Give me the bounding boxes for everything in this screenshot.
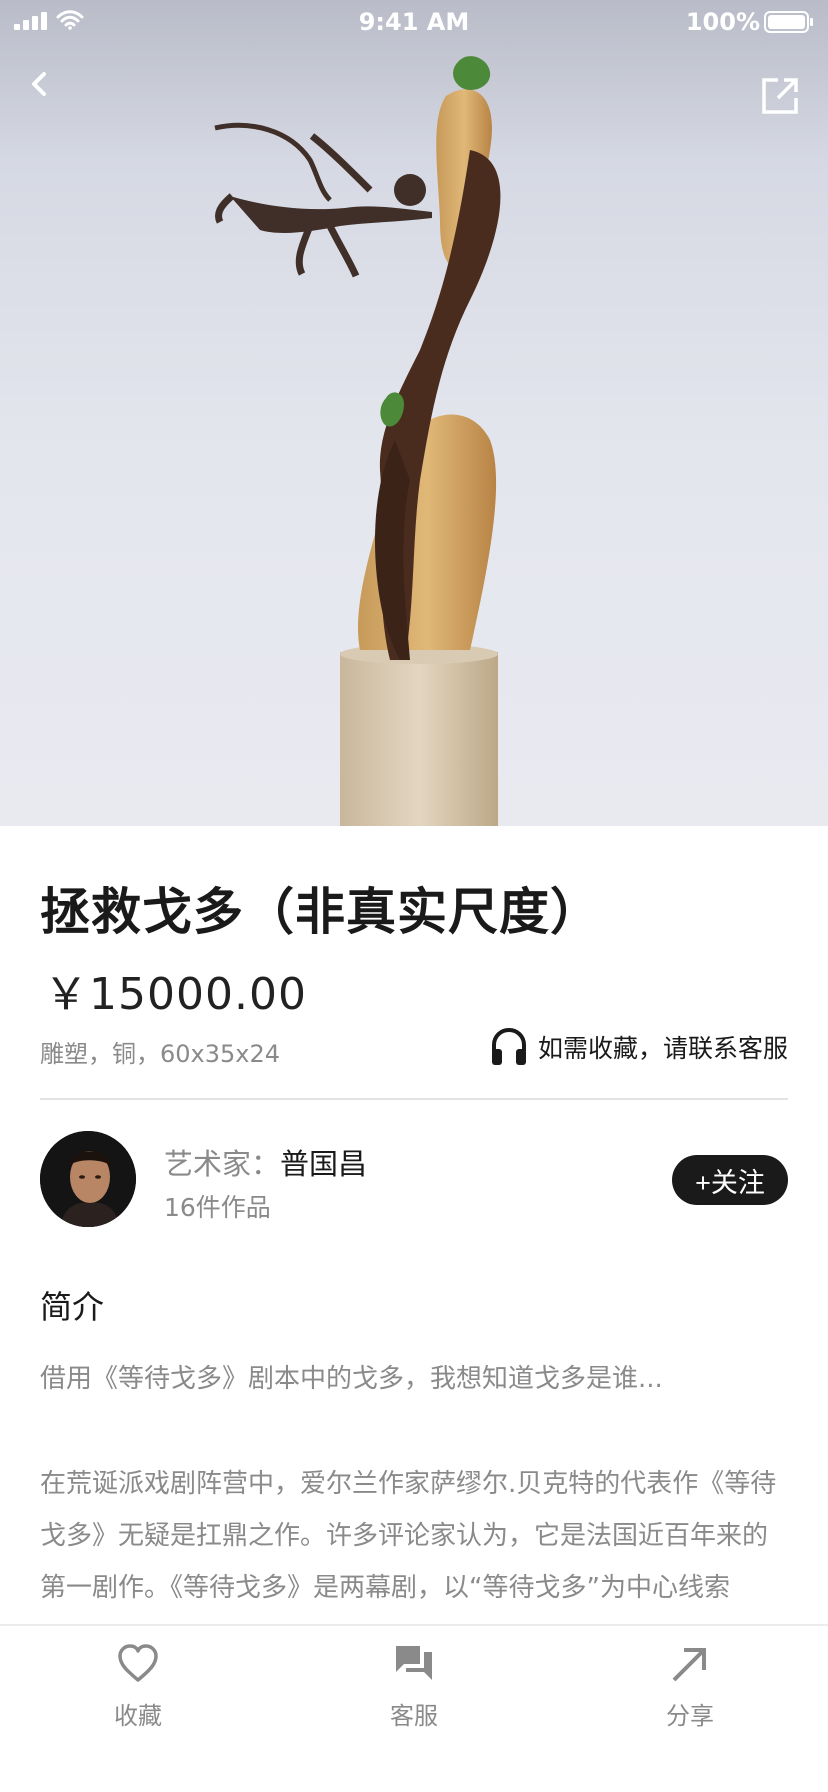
product-price: ￥15000.00 bbox=[44, 969, 307, 1020]
sculpture-illustration bbox=[214, 56, 501, 826]
contact-service-text: 如需收藏，请联系客服 bbox=[537, 1034, 788, 1063]
chat-icon bbox=[396, 1646, 432, 1680]
heart-icon bbox=[118, 1644, 158, 1682]
status-bar: 9:41 AM 100% bbox=[0, 0, 828, 44]
arrow-up-right-icon bbox=[672, 1648, 706, 1682]
favorite-label: 收藏 bbox=[114, 1702, 162, 1730]
external-link-icon bbox=[762, 78, 798, 114]
bottom-action-bar: 收藏 客服 分享 bbox=[0, 1624, 828, 1792]
product-meta: 雕塑，铜，60x35x24 bbox=[40, 1040, 281, 1068]
artist-works-count: 16件作品 bbox=[164, 1193, 271, 1222]
chevron-left-icon bbox=[32, 72, 46, 96]
customer-service-tab[interactable]: 客服 bbox=[354, 1642, 474, 1742]
battery-icon bbox=[764, 11, 813, 33]
favorite-tab[interactable]: 收藏 bbox=[78, 1642, 198, 1742]
artist-label: 艺术家： bbox=[164, 1147, 281, 1181]
intro-heading: 简介 bbox=[40, 1288, 105, 1326]
share-label: 分享 bbox=[666, 1702, 714, 1730]
back-button[interactable] bbox=[18, 62, 62, 106]
avatar-image bbox=[40, 1131, 136, 1227]
follow-button[interactable]: +关注 bbox=[672, 1155, 788, 1205]
customer-service-label: 客服 bbox=[390, 1702, 438, 1730]
share-button[interactable] bbox=[758, 74, 802, 118]
artist-line: 艺术家：普国昌 bbox=[164, 1141, 367, 1183]
share-tab[interactable]: 分享 bbox=[630, 1642, 750, 1742]
intro-summary: 借用《等待戈多》剧本中的戈多，我想知道戈多是谁... bbox=[40, 1364, 663, 1394]
battery-percentage: 100% bbox=[685, 8, 760, 36]
artist-name[interactable]: 普国昌 bbox=[280, 1147, 367, 1181]
product-title: 拯救戈多（非真实尺度） bbox=[40, 883, 601, 941]
divider bbox=[40, 1098, 788, 1100]
contact-service-link[interactable]: 如需收藏，请联系客服 bbox=[490, 1026, 788, 1068]
headphones-icon bbox=[491, 1027, 526, 1065]
artist-avatar[interactable] bbox=[40, 1131, 136, 1227]
intro-body: 在荒诞派戏剧阵营中，爱尔兰作家萨缪尔.贝克特的代表作《等待戈多》无疑是扛鼎之作。… bbox=[40, 1469, 777, 1603]
artwork-image: 9:41 AM 100% bbox=[0, 0, 828, 826]
